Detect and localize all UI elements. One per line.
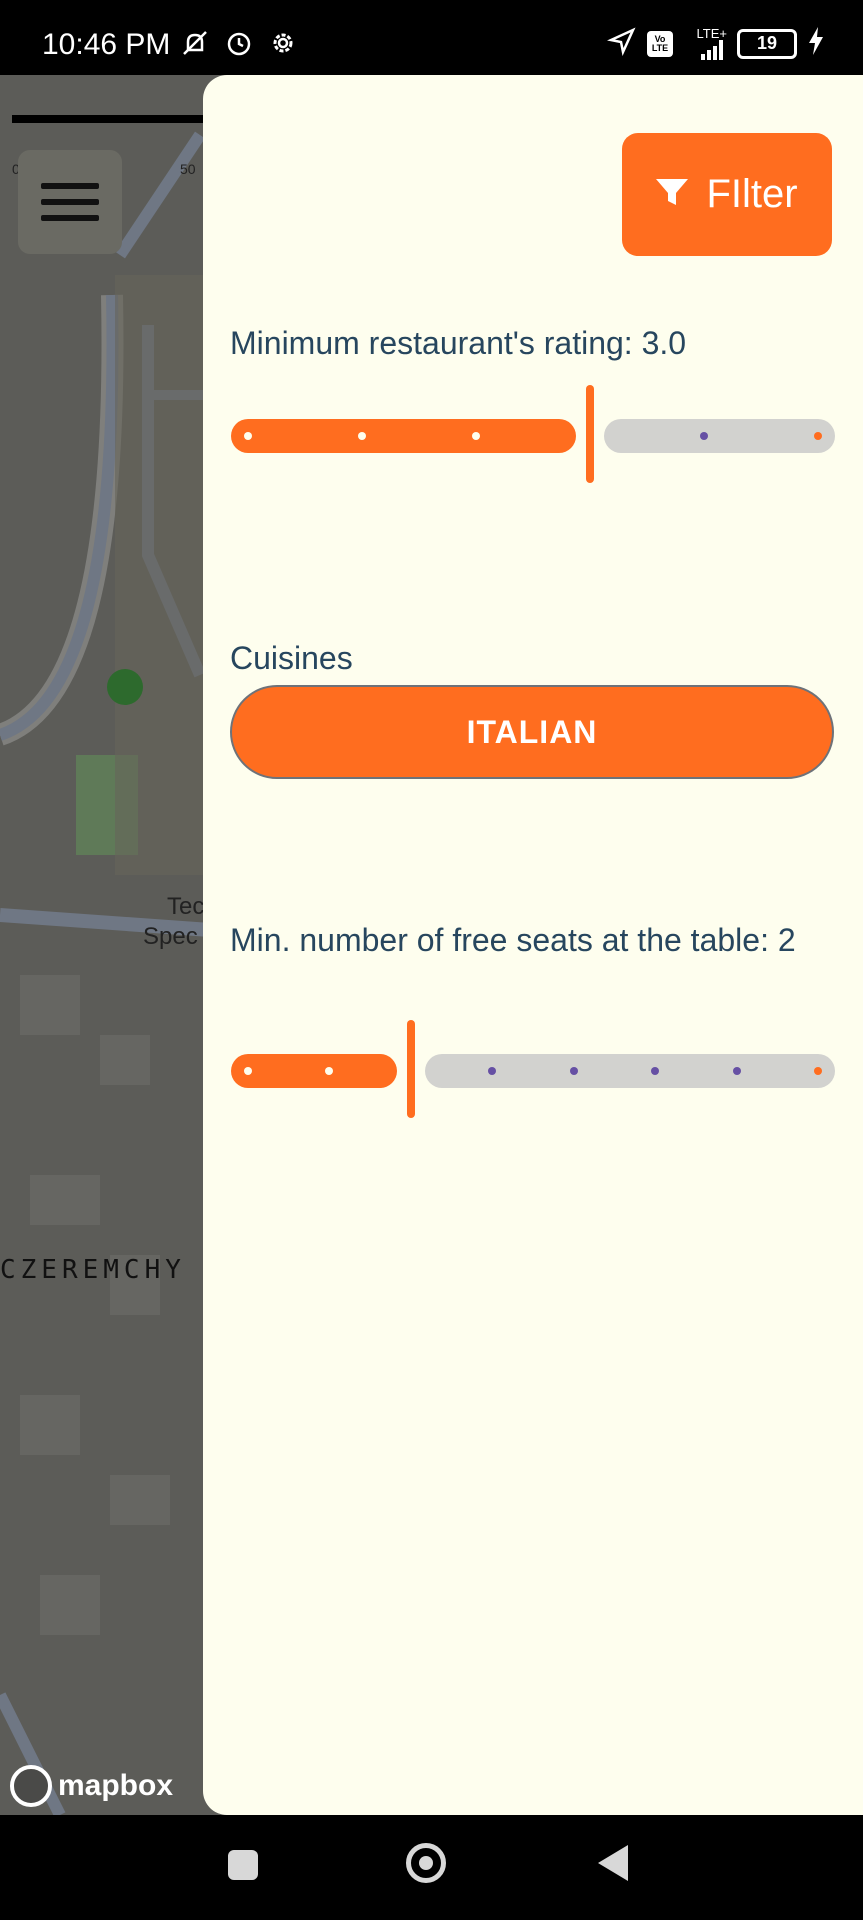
filter-button[interactable]: FIlter <box>622 133 832 256</box>
cuisines-label: Cuisines <box>230 640 353 676</box>
seats-label: Min. number of free seats at the table: … <box>230 922 796 958</box>
volte-icon: Vo LTE <box>647 30 673 57</box>
rating-tick <box>700 432 708 440</box>
rating-track-inactive <box>604 419 835 453</box>
menu-icon-line <box>41 215 99 221</box>
seats-track-active <box>231 1054 397 1088</box>
status-left-icons <box>178 26 300 60</box>
seats-tick <box>732 1067 741 1075</box>
mapbox-icon <box>10 1765 52 1807</box>
street-label: CZEREMCHY <box>0 1255 186 1285</box>
network-type: LTE+ <box>696 26 727 41</box>
back-icon[interactable] <box>598 1845 628 1881</box>
status-time: 10:46 PM <box>42 28 171 61</box>
poi-label-line1: Tec <box>167 893 205 920</box>
rating-tick <box>244 432 252 440</box>
filter-drawer: FIlter Minimum restaurant's rating: 3.0 … <box>203 75 863 1815</box>
menu-icon-line <box>41 199 99 205</box>
rating-tick <box>814 432 822 440</box>
settings-icon <box>266 26 300 60</box>
mapbox-logo[interactable]: mapbox <box>10 1765 173 1807</box>
rating-label: Minimum restaurant's rating: 3.0 <box>230 325 687 361</box>
seats-slider-thumb[interactable] <box>406 1020 415 1118</box>
status-bar: 10:46 PM Vo LTE LTE+ 19 <box>0 0 863 75</box>
navigation-bar <box>0 1815 863 1920</box>
filter-button-label: FIlter <box>706 172 798 216</box>
rating-tick <box>358 432 366 440</box>
menu-button[interactable] <box>18 150 122 254</box>
rating-slider[interactable] <box>231 385 835 485</box>
poi-label-line2: Spec <box>143 923 198 950</box>
rating-track-active <box>231 419 576 453</box>
battery-icon: 19 <box>737 28 797 59</box>
charging-icon <box>807 27 825 60</box>
cuisine-chip-italian[interactable]: ITALIAN <box>230 685 834 779</box>
seats-slider[interactable] <box>231 1020 835 1120</box>
menu-icon-line <box>41 183 99 189</box>
alarm-icon <box>222 26 256 60</box>
muted-icon <box>178 26 212 60</box>
seats-tick <box>244 1067 252 1075</box>
signal-icon: LTE+ <box>683 27 727 60</box>
seats-tick <box>569 1067 578 1075</box>
recents-icon[interactable] <box>228 1850 258 1880</box>
rating-tick <box>472 432 480 440</box>
home-icon[interactable] <box>406 1843 446 1883</box>
filter-icon <box>656 172 689 217</box>
status-right-icons: Vo LTE LTE+ 19 <box>606 26 825 61</box>
scale-end-label: 50 <box>180 161 196 177</box>
map-scale-bar <box>12 115 212 123</box>
seats-tick <box>814 1067 822 1075</box>
rating-slider-thumb[interactable] <box>586 385 594 483</box>
seats-track-inactive <box>424 1054 835 1088</box>
mapbox-wordmark: mapbox <box>58 1769 174 1802</box>
location-icon <box>606 26 637 61</box>
